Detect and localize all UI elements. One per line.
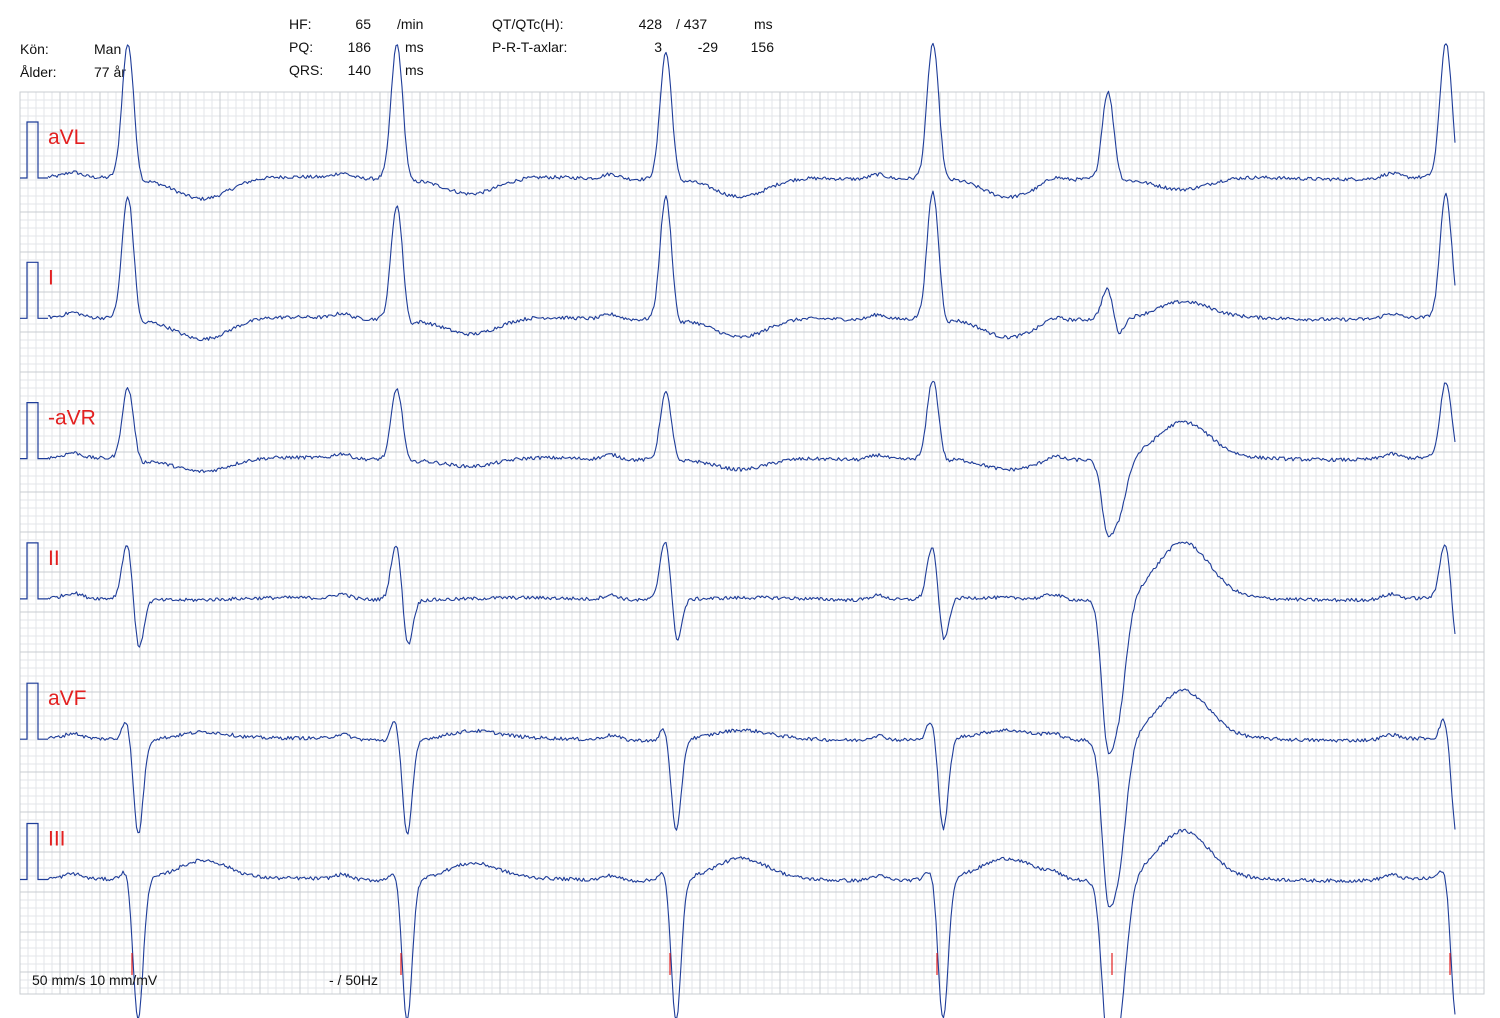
speed-gain-label: 50 mm/s 10 mm/mV: [32, 972, 158, 988]
ecg-chart: aVL I -aVR II aVF III 50 mm/s 10 mm/mV - / 50…: [19, 42, 1485, 1018]
lead-label: -aVR: [48, 407, 96, 430]
lead-label: aVF: [48, 687, 87, 710]
lead-i: I: [20, 190, 1456, 342]
ecg-grid: [19, 91, 1485, 995]
filter-label: - / 50Hz: [329, 972, 378, 988]
lead-label: I: [48, 266, 54, 289]
grid-major-lines: [19, 91, 1484, 994]
lead-iii: III: [20, 822, 1456, 1018]
lead-label: aVL: [48, 126, 85, 149]
ecg-leads: aVL I -aVR II aVF III: [20, 42, 1456, 1018]
grid-minor-lines: [20, 92, 1485, 994]
grid-border: [19, 91, 1485, 995]
lead-neg-avr: -aVR: [20, 380, 1456, 538]
lead-label: II: [48, 547, 60, 570]
lead-avl: aVL: [20, 42, 1456, 201]
lead-label: III: [48, 828, 66, 851]
lead-ii: II: [20, 541, 1456, 755]
